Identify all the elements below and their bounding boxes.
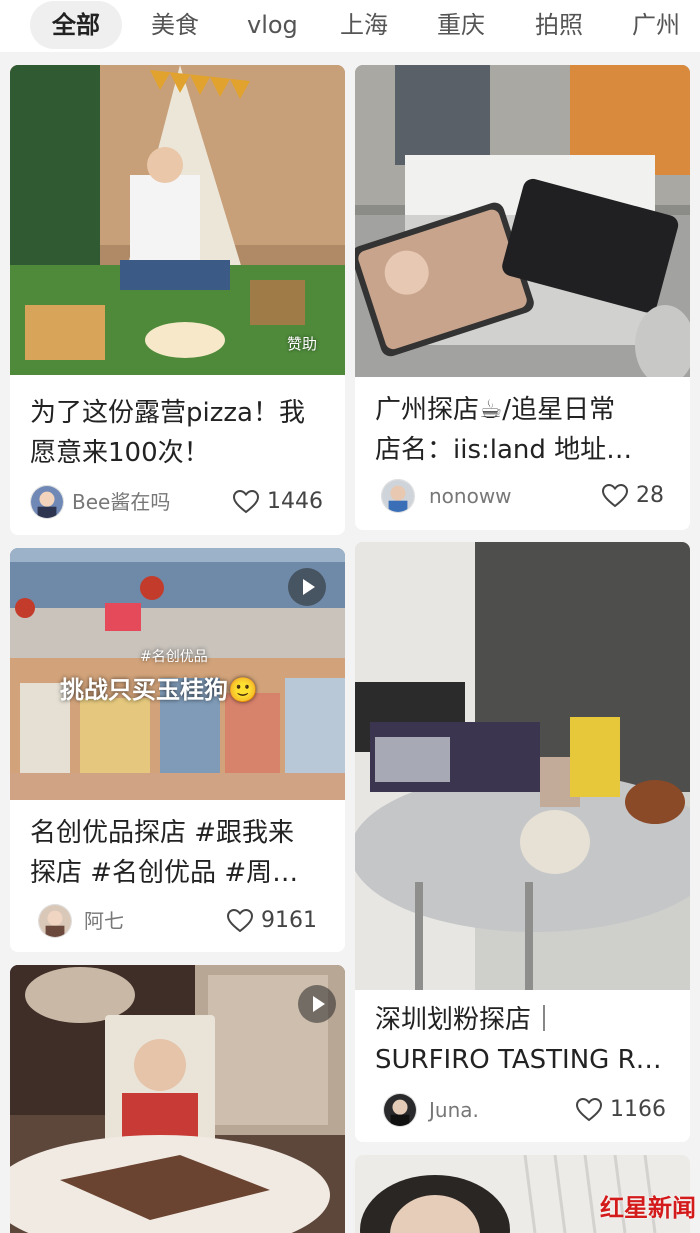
sponsored-badge: 赞助: [286, 335, 317, 353]
tab-food[interactable]: 美食: [151, 1, 199, 49]
video-caption-overlay: 挑战只买玉桂狗🙂: [60, 676, 258, 704]
heart-icon: [602, 484, 628, 508]
post-title: 深圳划粉探店｜ SURFIRO TASTING R…: [375, 1005, 662, 1075]
feed-card[interactable]: 赞助 为了这份露营pizza！我 愿意来100次！ Bee酱在吗 1446: [10, 65, 345, 535]
play-icon: [288, 568, 326, 606]
author-name[interactable]: Juna.: [429, 1093, 479, 1127]
category-tabs: 全部 美食 vlog 上海 重庆 拍照 广州: [0, 0, 700, 52]
post-image[interactable]: [355, 65, 690, 377]
tab-all[interactable]: 全部: [30, 1, 122, 49]
feed-card[interactable]: 深圳划粉探店｜ SURFIRO TASTING R… Juna. 1166: [355, 542, 690, 1142]
news-watermark-logo: 红星新闻: [600, 1194, 696, 1222]
avatar[interactable]: [383, 1093, 417, 1127]
author-name[interactable]: Bee酱在吗: [72, 485, 170, 519]
post-video-thumbnail[interactable]: #名创优品 挑战只买玉桂狗🙂: [10, 548, 345, 800]
like-count-value: 1166: [610, 1097, 666, 1122]
like-count[interactable]: 28: [602, 479, 664, 513]
author-name[interactable]: nonoww: [429, 479, 512, 513]
like-count[interactable]: 9161: [227, 904, 317, 938]
tab-chongqing[interactable]: 重庆: [437, 1, 485, 49]
post-video-thumbnail[interactable]: [10, 965, 345, 1233]
tab-guangzhou[interactable]: 广州: [632, 1, 680, 49]
feed-card[interactable]: [10, 965, 345, 1233]
tab-photo[interactable]: 拍照: [535, 1, 583, 49]
like-count[interactable]: 1446: [233, 485, 323, 519]
post-title: 广州探店☕/追星日常 店名：iis:land 地址…: [375, 395, 633, 465]
avatar[interactable]: [381, 479, 415, 513]
post-image[interactable]: [355, 542, 690, 990]
tab-shanghai[interactable]: 上海: [340, 1, 388, 49]
like-count-value: 9161: [261, 908, 317, 933]
post-image[interactable]: 赞助: [10, 65, 345, 375]
video-tag-overlay: #名创优品: [140, 649, 208, 665]
like-count-value: 1446: [267, 489, 323, 514]
like-count-value: 28: [636, 483, 664, 508]
avatar[interactable]: [38, 904, 72, 938]
heart-icon: [227, 909, 253, 933]
avatar[interactable]: [30, 485, 64, 519]
post-title: 为了这份露营pizza！我 愿意来100次！: [30, 398, 305, 468]
post-title: 名创优品探店 #跟我来 探店 #名创优品 #周…: [30, 818, 299, 888]
like-count[interactable]: 1166: [576, 1093, 666, 1127]
heart-icon: [576, 1098, 602, 1122]
feed-card[interactable]: 广州探店☕/追星日常 店名：iis:land 地址… nonoww 28: [355, 65, 690, 530]
tab-vlog[interactable]: vlog: [247, 1, 298, 49]
heart-icon: [233, 490, 259, 514]
play-icon: [298, 985, 336, 1023]
feed-card[interactable]: #名创优品 挑战只买玉桂狗🙂 名创优品探店 #跟我来 探店 #名创优品 #周… …: [10, 548, 345, 952]
author-name[interactable]: 阿七: [84, 904, 124, 938]
